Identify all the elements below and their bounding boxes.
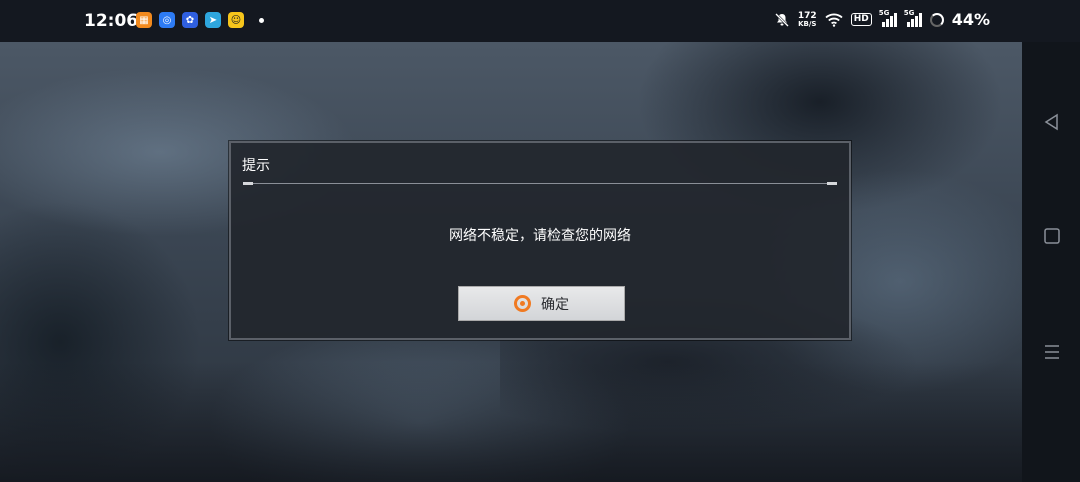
network-error-dialog: 提示 网络不稳定，请检查您的网络 确定: [228, 140, 852, 341]
menu-lines-icon: [1045, 345, 1059, 359]
title-divider: [243, 183, 837, 184]
qq-app-icon: ☺: [228, 12, 244, 28]
notification-icons: ▦ ◎ ✿ ➤ ☺: [136, 12, 264, 28]
more-notifications-dot: [259, 17, 264, 23]
system-indicators: 172 KB/S HD 5G 5G 44%: [774, 9, 990, 29]
recents-button[interactable]: [1042, 342, 1062, 362]
confirm-button[interactable]: 确定: [458, 286, 625, 321]
sim2-network-tag: 5G: [903, 8, 915, 17]
home-button[interactable]: [1042, 226, 1062, 246]
browser-app-icon: ◎: [159, 12, 175, 28]
confirm-button-label: 确定: [541, 296, 569, 313]
sim1-network-tag: 5G: [878, 8, 890, 17]
status-bar: 12:06 ▦ ◎ ✿ ➤ ☺ 172 KB/S HD 5G 5G 44%: [0, 0, 1080, 42]
navigation-bar: [1022, 42, 1080, 482]
battery-level: 44%: [951, 10, 990, 29]
back-button[interactable]: [1042, 112, 1062, 132]
home-square-icon: [1044, 228, 1060, 244]
dialog-title: 提示: [242, 158, 270, 174]
network-speed: 172 KB/S: [797, 10, 817, 28]
status-time: 12:06: [84, 11, 139, 31]
hd-voice-badge: HD: [850, 13, 872, 26]
confirm-circle-icon: [514, 295, 531, 312]
network-speed-unit: KB/S: [798, 19, 817, 28]
network-speed-value: 172: [797, 10, 817, 21]
wifi-icon: [825, 13, 843, 27]
signal-sim2-icon: 5G: [904, 9, 922, 27]
divider-cap-right: [827, 182, 837, 185]
battery-icon: [929, 12, 944, 27]
telegram-app-icon: ➤: [205, 12, 221, 28]
dialog-message: 网络不稳定，请检查您的网络: [449, 228, 631, 244]
signal-sim1-icon: 5G: [879, 9, 897, 27]
baidu-app-icon: ✿: [182, 12, 198, 28]
divider-cap-left: [243, 182, 253, 185]
background-shade: [0, 362, 1022, 482]
calendar-app-icon: ▦: [136, 12, 152, 28]
back-triangle-icon: [1044, 113, 1058, 131]
mute-icon: [775, 12, 789, 27]
